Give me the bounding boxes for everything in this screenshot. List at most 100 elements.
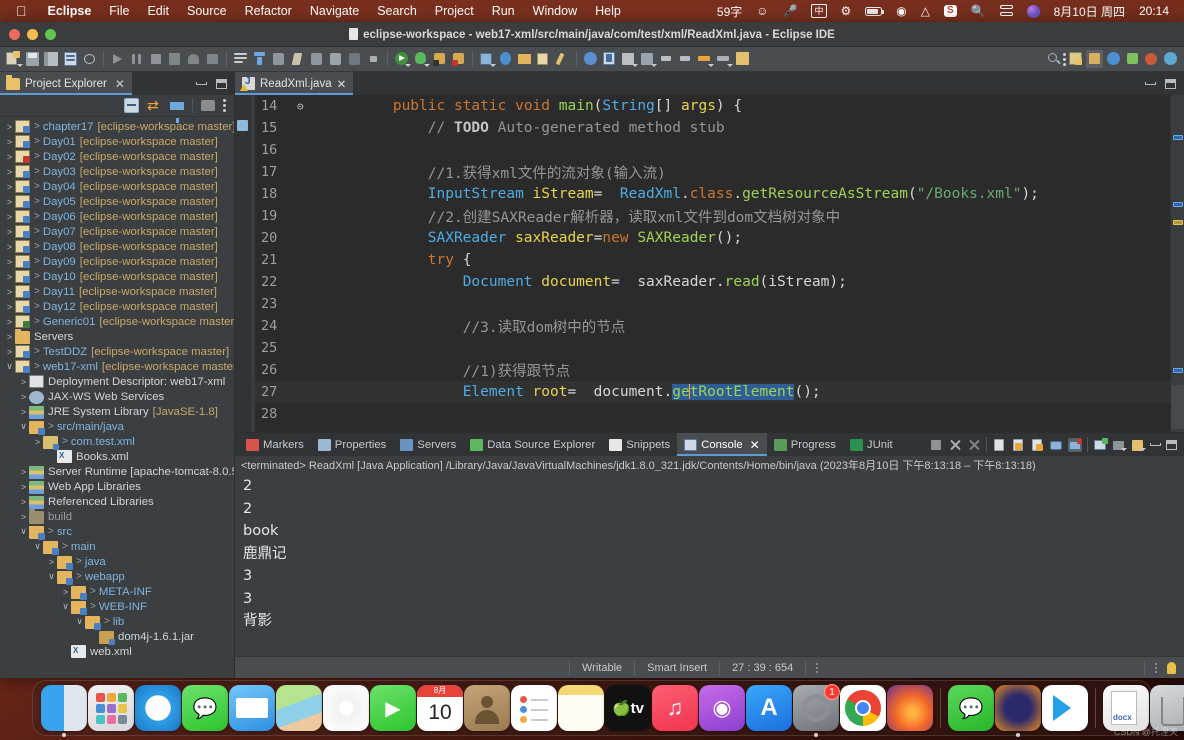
code-line[interactable]: 23 — [255, 293, 1170, 315]
print-button[interactable] — [81, 50, 98, 68]
editor-marker-bar[interactable] — [235, 95, 251, 432]
previous-edit-button[interactable] — [658, 50, 675, 68]
chevron-right-icon[interactable] — [18, 497, 29, 507]
chevron-right-icon[interactable] — [18, 467, 29, 477]
run-external-tools-button[interactable] — [431, 50, 448, 68]
tree-item[interactable]: build — [0, 508, 234, 524]
code-line[interactable]: 20 SAXReader saxReader=new SAXReader(); — [255, 227, 1170, 249]
new-annotation-button[interactable] — [601, 50, 618, 68]
overview-ruler-mark[interactable] — [1173, 202, 1183, 207]
dock-item-photos[interactable] — [323, 685, 369, 731]
chevron-right-icon[interactable] — [4, 182, 15, 192]
chevron-right-icon[interactable] — [4, 302, 15, 312]
new-console-view-icon[interactable] — [1093, 437, 1108, 452]
close-icon[interactable]: ✕ — [750, 438, 760, 452]
user-account-icon[interactable]: ◉ — [889, 4, 913, 18]
menu-item-eclipse[interactable]: Eclipse — [39, 4, 101, 18]
tree-item[interactable]: >Day10[eclipse-workspace master] — [0, 269, 234, 284]
debug-button[interactable] — [412, 50, 430, 68]
menu-item-refactor[interactable]: Refactor — [236, 4, 301, 18]
tree-item[interactable]: >Day08[eclipse-workspace master] — [0, 239, 234, 254]
code-line[interactable]: 22 Document document= saxReader.read(iSt… — [255, 271, 1170, 293]
close-icon[interactable]: ✕ — [337, 77, 347, 91]
code-line[interactable]: 18 InputStream iStream= ReadXml.class.ge… — [255, 183, 1170, 205]
tree-item[interactable]: Web App Libraries — [0, 479, 234, 494]
new-jsp-button[interactable] — [620, 50, 638, 68]
tree-item[interactable]: >WEB-INF — [0, 599, 234, 615]
status-bar-handle[interactable] — [805, 659, 828, 676]
microphone-icon[interactable]: 🎤 — [776, 4, 805, 18]
dock-item-system-preferences[interactable]: 1 — [793, 684, 840, 737]
dock-item-maps[interactable] — [276, 685, 322, 731]
dock-item-chrome[interactable] — [840, 685, 886, 731]
code-line[interactable]: 25 — [255, 337, 1170, 359]
chevron-right-icon[interactable] — [4, 347, 15, 357]
perspective-java-button[interactable] — [1143, 50, 1160, 68]
tree-item[interactable]: Servers — [0, 328, 234, 344]
toolbar-overflow-menu[interactable] — [1063, 52, 1066, 67]
code-line[interactable]: 27 Element root= document.getRootElement… — [255, 381, 1170, 403]
minimize-window-button[interactable] — [27, 29, 38, 40]
remove-all-launches-icon[interactable] — [967, 438, 981, 452]
sogou-input-icon[interactable]: S — [937, 5, 964, 17]
forward-nav-button[interactable] — [715, 50, 733, 68]
code-line[interactable]: 28 — [255, 403, 1170, 425]
tree-item[interactable]: >Generic01[eclipse-workspace master] — [0, 314, 234, 329]
menu-item-window[interactable]: Window — [524, 4, 586, 18]
tree-item[interactable]: >chapter17[eclipse-workspace master] — [0, 119, 234, 134]
terminate-console-icon[interactable] — [929, 438, 943, 452]
minimize-console-button[interactable] — [1150, 443, 1161, 446]
dock-item-music[interactable]: ♫ — [652, 685, 698, 731]
menu-item-navigate[interactable]: Navigate — [301, 4, 368, 18]
chevron-right-icon[interactable] — [4, 287, 15, 297]
new-ejb-project-button[interactable] — [478, 50, 496, 68]
save-all-button[interactable] — [43, 50, 60, 68]
quick-fix-bulb-icon[interactable] — [1167, 661, 1176, 674]
code-line[interactable]: 14 ⊝ public static void main(String[] arg… — [255, 95, 1170, 117]
input-method-icon[interactable]: 中 — [804, 4, 833, 18]
wifi-icon[interactable]: △ — [914, 4, 937, 18]
resume-button[interactable] — [109, 50, 126, 68]
project-tree[interactable]: >chapter17[eclipse-workspace master] >Day… — [0, 117, 234, 678]
dock-item-calendar[interactable]: 8月 10 — [417, 685, 463, 731]
menu-item-search[interactable]: Search — [368, 4, 426, 18]
chevron-right-icon[interactable] — [32, 437, 43, 447]
dock-item-firefox[interactable] — [887, 685, 933, 731]
tree-item[interactable]: >Day11[eclipse-workspace master] — [0, 284, 234, 299]
tree-item[interactable]: Referenced Libraries — [0, 494, 234, 509]
tree-item[interactable]: >java — [0, 554, 234, 570]
tab-properties[interactable]: Properties — [311, 433, 394, 456]
open-type-button[interactable] — [232, 50, 249, 68]
tab-console[interactable]: Console ✕ — [677, 433, 767, 456]
new-file-button[interactable] — [535, 50, 552, 68]
chevron-down-icon[interactable] — [4, 361, 15, 372]
chevron-down-icon[interactable] — [46, 571, 57, 582]
chevron-down-icon[interactable] — [74, 616, 85, 627]
code-line[interactable]: 26 //1)获得跟节点 — [255, 359, 1170, 381]
console-output[interactable]: 2 2 book 鹿鼎记 3 3 背影 — [235, 471, 1184, 656]
dock-item-facetime[interactable]: ▶ — [370, 685, 416, 731]
perspective-web-button[interactable] — [1105, 50, 1122, 68]
tab-snippets[interactable]: Snippets — [602, 433, 677, 456]
tab-project-explorer[interactable]: Project Explorer ✕ — [0, 72, 132, 95]
chevron-right-icon[interactable] — [4, 272, 15, 282]
siri-icon[interactable] — [1020, 4, 1047, 18]
quick-access-search-icon[interactable] — [1045, 50, 1062, 68]
dock-item-contacts[interactable] — [464, 685, 510, 731]
menu-item-file[interactable]: File — [100, 4, 138, 18]
menu-item-edit[interactable]: Edit — [138, 4, 178, 18]
tree-item[interactable]: web.xml — [0, 644, 234, 659]
tab-servers[interactable]: Servers — [393, 433, 463, 456]
chevron-right-icon[interactable] — [46, 557, 57, 567]
chevron-right-icon[interactable] — [18, 392, 29, 402]
edit-button[interactable] — [554, 50, 571, 68]
tree-item[interactable]: JRE System Library[JavaSE-1.8] — [0, 404, 234, 419]
menu-item-help[interactable]: Help — [586, 4, 630, 18]
chevron-right-icon[interactable] — [4, 242, 15, 252]
chevron-right-icon[interactable] — [4, 167, 15, 177]
chevron-down-icon[interactable] — [32, 541, 43, 552]
tree-item[interactable]: Books.xml — [0, 449, 234, 464]
tree-item[interactable]: >Day05[eclipse-workspace master] — [0, 194, 234, 209]
menu-item-project[interactable]: Project — [426, 4, 483, 18]
toggle-mark-occurrences-button[interactable] — [251, 50, 268, 68]
